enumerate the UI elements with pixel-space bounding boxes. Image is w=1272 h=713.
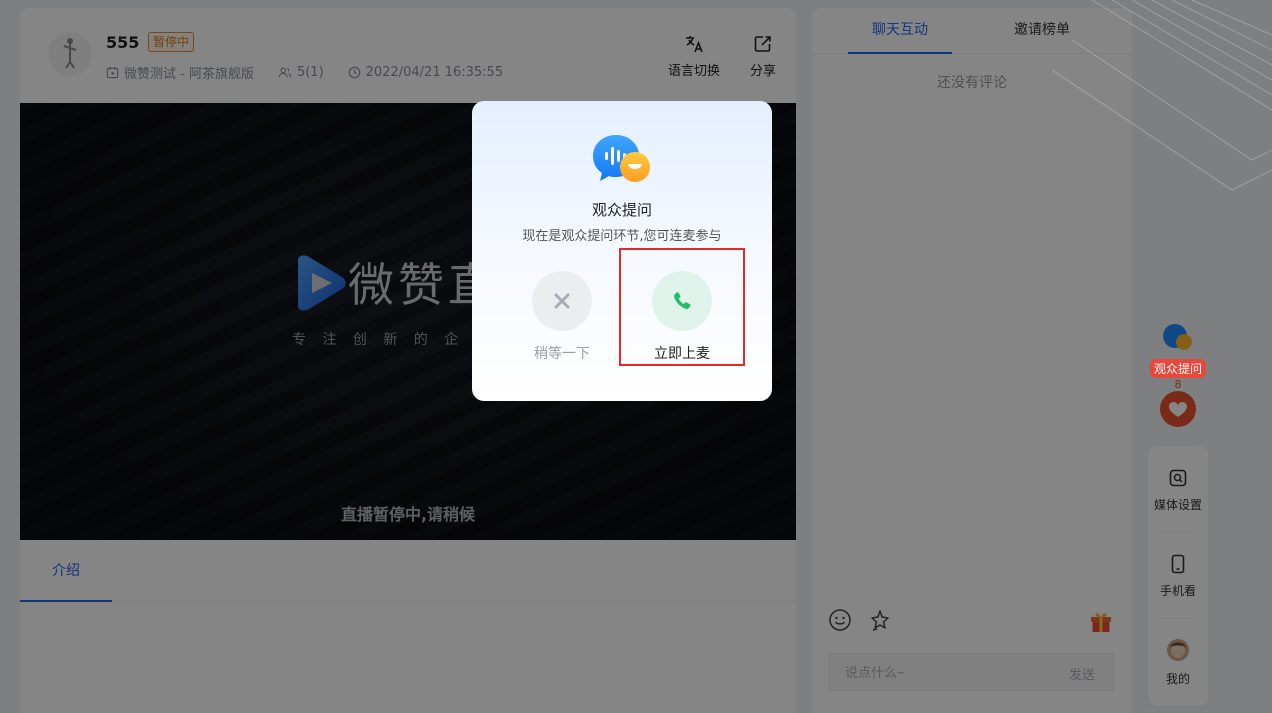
background-pattern [1052,0,1272,191]
join-mic-button[interactable]: 立即上麦 [637,271,727,363]
join-circle [652,271,712,331]
wait-button[interactable]: 稍等一下 [517,271,607,363]
phone-call-icon [674,292,691,309]
audience-qa-modal: 观众提问 现在是观众提问环节,您可连麦参与 稍等一下 立即上麦 [472,101,772,401]
audience-qa-label: 观众提问 [1150,359,1206,378]
modal-title: 观众提问 [591,201,652,219]
modal-description: 现在是观众提问环节,您可连麦参与 [522,229,722,244]
join-mic-label: 立即上麦 [654,346,710,362]
wait-circle [532,271,592,331]
close-icon [554,293,570,309]
audience-qa-icon [593,135,650,182]
wait-label: 稍等一下 [534,346,590,362]
